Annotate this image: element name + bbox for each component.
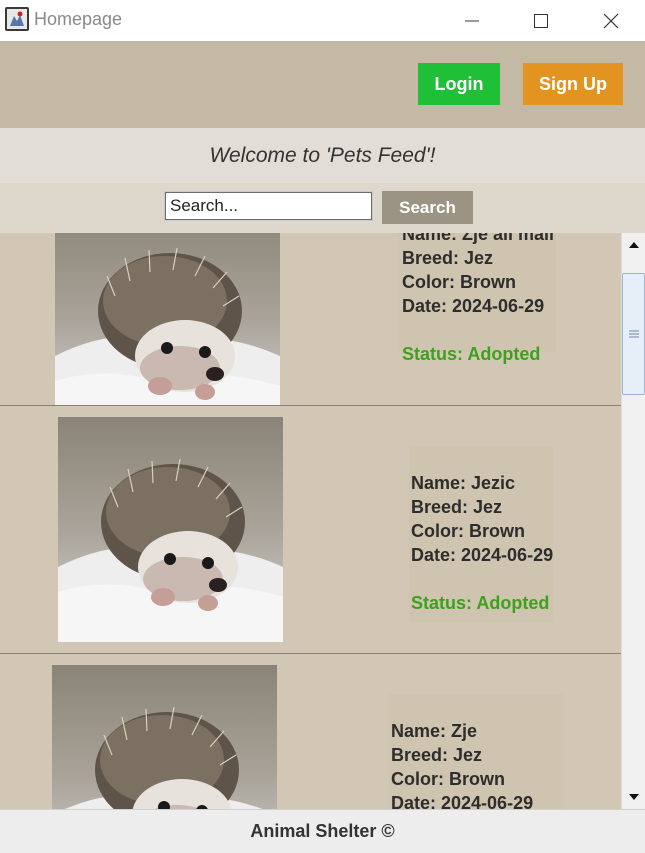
pet-info-panel: Name: Zje Breed: Jez Color: Brown Date: … — [389, 694, 563, 809]
pet-photo — [52, 665, 277, 809]
pet-card: Name: Zje Breed: Jez Color: Brown Date: … — [0, 654, 621, 809]
pet-name: Name: Zje ali mali — [402, 233, 555, 244]
pet-color: Color: Brown — [391, 769, 505, 789]
login-button[interactable]: Login — [418, 63, 500, 105]
pet-color: Color: Brown — [402, 272, 516, 292]
pet-feed[interactable]: Name: Zje ali mali Breed: Jez Color: Bro… — [0, 233, 621, 809]
pet-date: Date: 2024-06-29 — [402, 296, 545, 316]
scroll-up-button[interactable] — [624, 235, 644, 255]
minimize-button[interactable] — [437, 0, 507, 41]
pet-date: Date: 2024-06-29 — [411, 545, 554, 565]
search-bar: Search — [0, 183, 645, 233]
pet-photo — [58, 417, 283, 642]
maximize-icon — [534, 13, 548, 28]
pet-breed: Breed: Jez — [411, 497, 503, 517]
java-app-icon — [5, 7, 29, 31]
search-input[interactable] — [164, 191, 373, 221]
pet-breed: Breed: Jez — [402, 248, 494, 268]
pet-name: Name: Jezic — [411, 473, 516, 493]
hedgehog-photo — [55, 233, 280, 431]
maximize-button[interactable] — [506, 0, 576, 41]
pet-date: Date: 2024-06-29 — [391, 793, 534, 809]
pet-card: Name: Zje ali mali Breed: Jez Color: Bro… — [0, 233, 621, 431]
arrow-up-icon — [629, 242, 639, 248]
hedgehog-photo — [58, 417, 283, 642]
pet-status: Status: Adopted — [402, 344, 541, 364]
pet-breed: Breed: Jez — [391, 745, 483, 765]
close-icon — [603, 13, 619, 28]
grip-icon — [629, 330, 639, 338]
close-button[interactable] — [576, 0, 645, 41]
vertical-scrollbar[interactable] — [621, 233, 645, 809]
signup-button[interactable]: Sign Up — [523, 63, 623, 105]
minimize-icon — [465, 20, 479, 21]
pet-status: Status: Adopted — [411, 593, 550, 613]
hedgehog-photo — [52, 665, 277, 809]
footer: Animal Shelter © — [0, 809, 645, 853]
welcome-banner: Welcome to 'Pets Feed'! — [0, 128, 645, 183]
pet-info-panel: Name: Jezic Breed: Jez Color: Brown Date… — [409, 446, 553, 622]
header-bar: Login Sign Up — [0, 41, 645, 128]
pet-name: Name: Zje — [391, 721, 478, 741]
pet-color: Color: Brown — [411, 521, 525, 541]
window-title: Homepage — [34, 9, 123, 29]
scroll-down-button[interactable] — [624, 787, 644, 807]
scrollbar-thumb[interactable] — [622, 273, 645, 395]
pet-card: Name: Jezic Breed: Jez Color: Brown Date… — [0, 406, 621, 653]
pet-photo — [55, 233, 280, 431]
search-button[interactable]: Search — [382, 191, 473, 224]
title-bar: Homepage — [0, 0, 645, 41]
pet-info-panel: Name: Zje ali mali Breed: Jez Color: Bro… — [398, 233, 556, 364]
arrow-down-icon — [629, 794, 639, 800]
